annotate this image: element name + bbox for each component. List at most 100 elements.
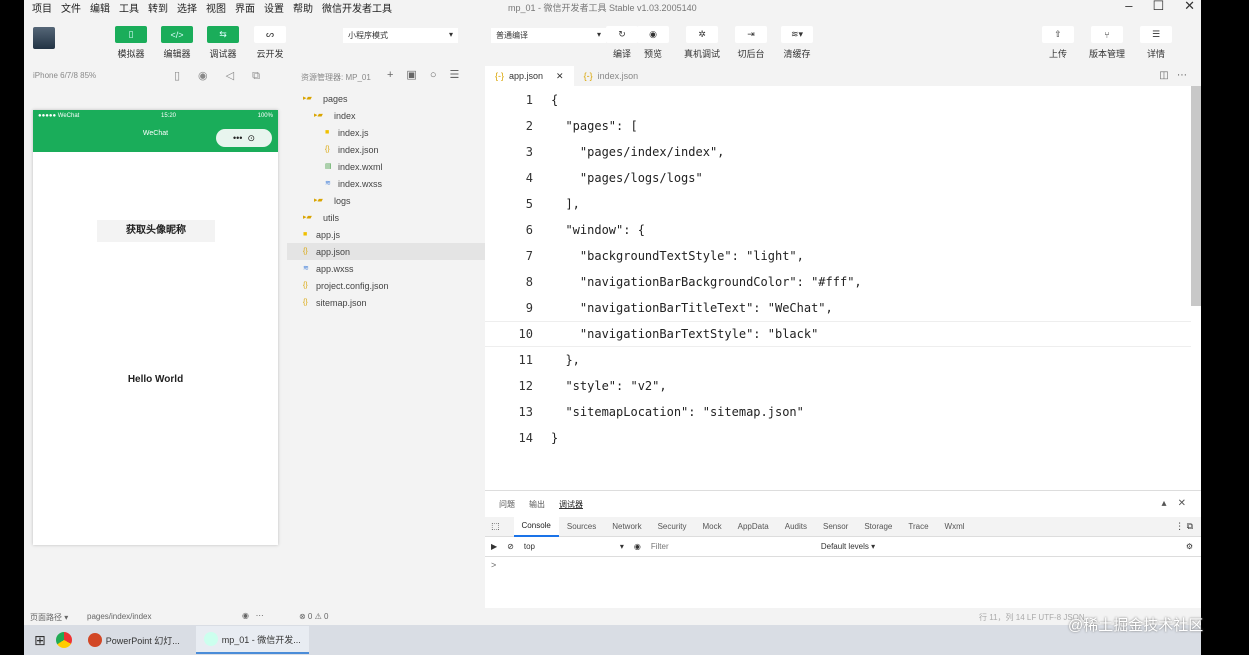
preview-button[interactable]: ◉ 预览 (631, 26, 675, 60)
mode-select[interactable]: 小程序模式 ▾ (343, 28, 458, 43)
inspect-icon[interactable]: ⬚ (491, 521, 500, 532)
details-button[interactable]: ☰ 详情 (1134, 26, 1178, 60)
console-prompt[interactable]: > (485, 557, 1201, 573)
phone-simulator: ●●●●● WeChat 15:20 100% WeChat ••• ⊙ 获取头像昵… (33, 110, 278, 545)
menu-item[interactable]: 文件 (61, 0, 81, 15)
file-name: project.config.json (316, 280, 389, 291)
close-button[interactable]: ✕ (1184, 0, 1195, 14)
devtools-tab[interactable]: Sources (559, 517, 604, 536)
debug-icon: ⇆ (207, 26, 239, 43)
json-icon: {-} (583, 71, 593, 81)
filter-input[interactable] (650, 542, 811, 551)
capsule-menu[interactable]: ••• ⊙ (216, 129, 272, 147)
simulator-tools[interactable]: ▯◉◁⧉ (174, 69, 278, 83)
devtools-tab[interactable]: Mock (694, 517, 729, 536)
code-text: "navigationBarTextStyle": "black" (551, 327, 819, 341)
file-tree-item[interactable]: {} project.config.json (287, 277, 485, 294)
windows-start-icon[interactable]: ⊞ (34, 632, 46, 649)
file-tree-item[interactable]: ▸▰ pages (287, 90, 485, 107)
devtools-tab[interactable]: AppData (730, 517, 777, 536)
gear-icon[interactable]: ⚙ (1186, 542, 1193, 551)
menu-item[interactable]: 编辑 (90, 0, 110, 15)
device-select[interactable]: iPhone 6/7/8 85% (33, 71, 96, 80)
file-tree-item[interactable]: {} index.json (287, 141, 485, 158)
minimize-button[interactable]: – (1125, 0, 1132, 14)
devtools-tab[interactable]: Network (604, 517, 649, 536)
devtools-tab[interactable]: Console (513, 516, 559, 537)
panel-tab[interactable]: 输出 (529, 499, 545, 509)
editor-button[interactable]: </> 编辑器 (155, 26, 199, 60)
menu-item[interactable]: 界面 (235, 0, 255, 15)
devtools-tab[interactable]: Audits (777, 517, 815, 536)
menu-item[interactable]: 项目 (32, 0, 52, 15)
devtools-tab[interactable]: Sensor (815, 517, 856, 536)
panel-tab[interactable]: 问题 (499, 499, 515, 509)
menu-item[interactable]: 选择 (177, 0, 197, 15)
sidebar-toggle-icon[interactable]: ▶ (491, 542, 497, 551)
code-editor[interactable]: {-} app.json ✕ {-} index.json ◫ ⋯ 1{2 "page… (485, 66, 1201, 490)
file-tree-item[interactable]: ▸▰ index (287, 107, 485, 124)
tab-label: app.json (509, 71, 544, 81)
debugger-button[interactable]: ⇆ 调试器 (201, 26, 245, 60)
devtools-tab[interactable]: Storage (856, 517, 900, 536)
cloud-button[interactable]: ᔕ 云开发 (248, 26, 292, 60)
code-line: 2 "pages": [ (485, 113, 638, 139)
wxss-icon: ≋ (303, 265, 309, 272)
menu-item[interactable]: 视图 (206, 0, 226, 15)
code-text: "pages/logs/logs" (551, 171, 703, 185)
file-tree-item[interactable]: ▸▰ utils (287, 209, 485, 226)
code-text: "window": { (551, 223, 645, 237)
file-tree-item[interactable]: ■ index.js (287, 124, 485, 141)
background-button[interactable]: ⇥ 切后台 (729, 26, 773, 60)
editor-scrollbar[interactable] (1191, 86, 1201, 306)
code-line: 8 "navigationBarBackgroundColor": "#fff"… (485, 269, 862, 295)
page-path-label[interactable]: 页面路径 ▾ (30, 612, 68, 623)
clear-cache-button[interactable]: ≋▾ 清缓存 (775, 26, 819, 60)
eye-icon[interactable]: ◉ (634, 542, 641, 551)
file-tree-item[interactable]: ≋ index.wxss (287, 175, 485, 192)
file-tree-item[interactable]: ■ app.js (287, 226, 485, 243)
upload-button[interactable]: ⇧ 上传 (1036, 26, 1080, 60)
file-tree-item[interactable]: ▤ index.wxml (287, 158, 485, 175)
version-button[interactable]: ⑂ 版本管理 (1085, 26, 1129, 60)
close-icon[interactable]: ✕ (556, 71, 564, 81)
error-count[interactable]: ⊗ 0 ⚠ 0 (299, 612, 328, 621)
devtools-tab[interactable]: Wxml (937, 517, 973, 536)
get-avatar-button[interactable]: 获取头像昵称 (97, 220, 215, 242)
file-tree-item[interactable]: ▸▰ logs (287, 192, 485, 209)
menu-item[interactable]: 帮助 (293, 0, 313, 15)
split-editor-icon[interactable]: ◫ ⋯ (1145, 66, 1201, 86)
devtools-more-icon[interactable]: ⋮ ⧉ (1175, 521, 1193, 532)
simulator-button[interactable]: ▯ 模拟器 (109, 26, 153, 60)
levels-select[interactable]: Default levels ▾ (821, 542, 875, 551)
clear-console-icon[interactable]: ⊘ (507, 542, 514, 551)
devtools-tab[interactable]: Security (650, 517, 695, 536)
taskbar-wechat-devtools[interactable]: mp_01 - 微信开发... (195, 626, 309, 654)
label: 切后台 (737, 49, 765, 59)
tab-index-json[interactable]: {-} index.json (574, 66, 649, 86)
menu-item[interactable]: 转到 (148, 0, 168, 15)
context-select[interactable]: top ▾ (524, 542, 624, 551)
chrome-icon[interactable] (55, 632, 72, 648)
panel-tab[interactable]: 调试器 (559, 499, 583, 509)
taskbar-powerpoint[interactable]: PowerPoint 幻灯... (82, 627, 186, 653)
menu-item[interactable]: 设置 (264, 0, 284, 15)
compile-mode-select[interactable]: 普通编译 ▾ (491, 28, 606, 43)
file-tree-item[interactable]: {} app.json (287, 243, 485, 260)
menu-item[interactable]: 微信开发者工具 (322, 0, 392, 15)
menu-item[interactable]: 工具 (119, 0, 139, 15)
file-name: index (334, 110, 356, 121)
remote-debug-button[interactable]: ✲ 真机调试 (680, 26, 724, 60)
panel-controls[interactable]: ▴ ✕ (1161, 498, 1186, 509)
status-icons[interactable]: ◉ ⋯ (242, 611, 264, 620)
folder-icon: ▸▰ (303, 214, 312, 221)
label: 预览 (643, 49, 662, 59)
code-line: 10 "navigationBarTextStyle": "black" (485, 321, 1191, 347)
file-tree-item[interactable]: ≋ app.wxss (287, 260, 485, 277)
tab-app-json[interactable]: {-} app.json ✕ (485, 66, 574, 86)
explorer-actions[interactable]: +▣○☰ (387, 68, 472, 81)
maximize-button[interactable]: ☐ (1152, 0, 1164, 14)
avatar[interactable] (33, 27, 55, 49)
devtools-tab[interactable]: Trace (900, 517, 936, 536)
file-tree-item[interactable]: {} sitemap.json (287, 294, 485, 311)
